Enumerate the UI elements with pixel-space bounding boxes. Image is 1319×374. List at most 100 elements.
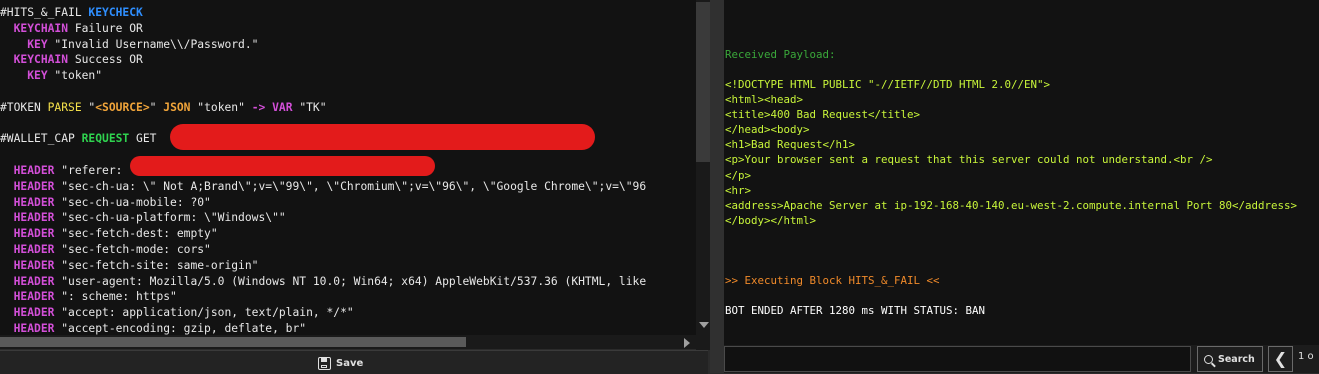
scroll-down-arrow-icon[interactable] bbox=[699, 322, 709, 328]
code-line: HEADER "accept: application/json, text/p… bbox=[0, 305, 354, 321]
code-line: HEADER "sec-ch-ua: \" Not A;Brand\";v=\"… bbox=[0, 179, 647, 195]
code-keyword: HEADER bbox=[13, 195, 55, 209]
log-line: <p>Your browser sent a request that this… bbox=[725, 153, 1213, 167]
scrollbar-thumb[interactable] bbox=[0, 337, 466, 347]
scrollbar-thumb[interactable] bbox=[696, 2, 710, 162]
code-text: "token" bbox=[190, 100, 252, 114]
code-line: KEYCHAIN Success OR bbox=[0, 52, 143, 68]
floppy-disk-icon bbox=[318, 356, 331, 370]
code-keyword: HEADER bbox=[13, 164, 55, 177]
code-keyword: HEADER bbox=[13, 290, 55, 304]
save-bar: Save bbox=[0, 350, 708, 374]
redaction-mark-referer bbox=[130, 156, 435, 176]
code-line: HEADER ": scheme: https" bbox=[0, 289, 177, 305]
log-line: <hr> bbox=[725, 183, 752, 197]
log-line: </body></html> bbox=[725, 213, 817, 227]
editor-vertical-scrollbar[interactable] bbox=[696, 0, 710, 350]
save-button[interactable]: Save bbox=[318, 354, 363, 372]
code-keyword: HEADER bbox=[13, 274, 55, 288]
log-line: <html><head> bbox=[725, 93, 804, 107]
search-bar: Search ❮ 1 o bbox=[724, 345, 1319, 373]
code-line: HEADER "referer: bbox=[0, 163, 123, 179]
previous-match-button[interactable]: ❮ bbox=[1268, 346, 1293, 372]
code-keyword: PARSE bbox=[47, 100, 82, 114]
code-text: "user-agent: Mozilla/5.0 (Windows NT 10.… bbox=[54, 274, 647, 288]
code-text: #TOKEN bbox=[0, 100, 48, 114]
code-text: #WALLET_CAP bbox=[0, 132, 82, 146]
code-line: HEADER "accept-encoding: gzip, deflate, … bbox=[0, 321, 306, 335]
search-button-label: Search bbox=[1218, 353, 1255, 365]
code-line: HEADER "sec-fetch-site: same-origin" bbox=[0, 258, 259, 274]
search-input[interactable] bbox=[724, 346, 1191, 372]
code-keyword: -> bbox=[251, 100, 266, 114]
code-keyword: <SOURCE> bbox=[95, 100, 150, 114]
code-line: KEY "token" bbox=[0, 68, 102, 84]
code-line: KEY "Invalid Username\\/Password." bbox=[0, 37, 258, 53]
code-text: "referer: bbox=[54, 164, 123, 177]
code-text: "accept-encoding: gzip, deflate, br" bbox=[54, 322, 307, 335]
code-text: "accept: application/json, text/plain, *… bbox=[54, 306, 354, 320]
code-keyword: HEADER bbox=[13, 243, 55, 256]
scroll-right-arrow-icon[interactable] bbox=[684, 338, 690, 348]
code-text: Success OR bbox=[68, 53, 143, 67]
code-text: "Invalid Username\\/Password." bbox=[47, 37, 259, 51]
code-keyword: HEADER bbox=[13, 211, 55, 225]
code-line: HEADER "sec-fetch-mode: cors" bbox=[0, 242, 211, 258]
code-line: HEADER "sec-ch-ua-platform: \"Windows\"" bbox=[0, 210, 286, 226]
code-keyword: KEY bbox=[27, 37, 48, 51]
match-counter: 1 o bbox=[1298, 351, 1314, 362]
code-text: "token" bbox=[47, 69, 103, 83]
log-line: <title>400 Bad Request</title> bbox=[725, 108, 921, 122]
code-keyword: JSON bbox=[163, 100, 191, 114]
editor-horizontal-scrollbar[interactable] bbox=[0, 335, 696, 349]
search-button[interactable]: Search bbox=[1197, 346, 1263, 372]
search-icon bbox=[1204, 354, 1213, 364]
code-line: HEADER "sec-fetch-dest: empty" bbox=[0, 226, 218, 242]
log-line: <h1>Bad Request</h1> bbox=[725, 138, 856, 152]
code-text: GET bbox=[129, 132, 157, 146]
code-keyword: HEADER bbox=[13, 322, 55, 335]
panel-splitter[interactable] bbox=[710, 0, 724, 373]
code-keyword: HEADER bbox=[13, 306, 55, 320]
code-text: "sec-fetch-mode: cors" bbox=[54, 243, 211, 256]
code-text: ": scheme: https" bbox=[54, 290, 177, 304]
code-line: #TOKEN PARSE "<SOURCE>" JSON "token" -> … bbox=[0, 100, 327, 116]
code-text: "sec-ch-ua: \" Not A;Brand\";v=\"99\", \… bbox=[54, 179, 647, 193]
code-line: KEYCHAIN Failure OR bbox=[0, 21, 143, 37]
code-keyword: HEADER bbox=[13, 179, 55, 193]
code-line: HEADER "user-agent: Mozilla/5.0 (Windows… bbox=[0, 274, 647, 290]
code-text: "sec-ch-ua-mobile: ?0" bbox=[54, 195, 211, 209]
code-keyword: KEY bbox=[27, 69, 48, 83]
log-line: Received Payload: bbox=[725, 48, 836, 62]
log-line: <!DOCTYPE HTML PUBLIC "-//IETF//DTD HTML… bbox=[725, 78, 1051, 92]
code-keyword: HEADER bbox=[13, 258, 55, 272]
code-line: HEADER "sec-ch-ua-mobile: ?0" bbox=[0, 195, 211, 211]
log-line: </p> bbox=[725, 168, 752, 182]
code-text: Failure OR bbox=[68, 21, 143, 35]
redaction-mark-url bbox=[170, 124, 595, 150]
save-button-label: Save bbox=[336, 357, 364, 369]
code-text: #HITS_&_FAIL bbox=[0, 6, 89, 19]
code-text: "sec-ch-ua-platform: \"Windows\"" bbox=[54, 211, 286, 225]
code-text: "sec-fetch-site: same-origin" bbox=[54, 258, 259, 272]
log-line: >> Executing Block HITS_&_FAIL << bbox=[725, 273, 940, 287]
code-keyword: HEADER bbox=[13, 227, 55, 241]
log-output-panel: Received Payload: <!DOCTYPE HTML PUBLIC "… bbox=[724, 0, 1319, 345]
code-text: " bbox=[81, 100, 96, 114]
code-keyword: KEYCHECK bbox=[88, 6, 143, 19]
code-keyword: REQUEST bbox=[81, 132, 130, 146]
code-keyword: KEYCHAIN bbox=[13, 53, 69, 67]
code-text: "sec-fetch-dest: empty" bbox=[54, 227, 218, 241]
